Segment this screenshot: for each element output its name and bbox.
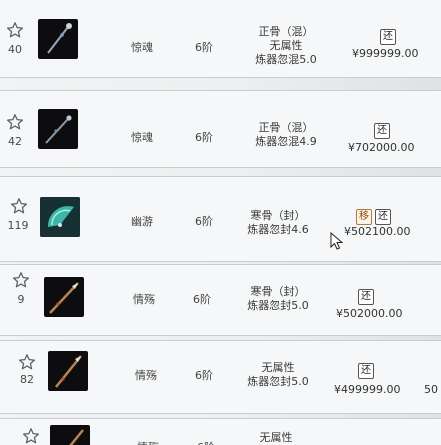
staff-icon[interactable]	[38, 19, 78, 59]
item-attributes: 正骨（混） 炼器忽混4.9	[236, 121, 336, 149]
item-attributes: 无属性	[226, 431, 326, 445]
item-level: 6阶	[195, 369, 213, 382]
mouse-pointer-icon	[330, 232, 344, 250]
attribute-line: 无属性	[259, 431, 293, 444]
item-attributes: 寒骨（封） 炼器忽封5.0	[228, 285, 328, 313]
badge-group: 还	[358, 363, 374, 379]
favorite-count: 42	[8, 135, 22, 148]
star-icon[interactable]	[6, 113, 24, 131]
attribute-line: 寒骨（封）	[250, 209, 306, 222]
list-item[interactable]: 9 情殇 6阶 寒骨（封） 炼器忽封5.0 还 ¥502000.00	[0, 264, 441, 336]
item-market-list: 40 惊魂 6阶 正骨（混） 无属性 炼器忽混5.0 还 ¥999999.00 …	[0, 0, 441, 445]
spear-icon[interactable]	[48, 351, 88, 391]
list-item[interactable]: 42 惊魂 6阶 正骨（混） 炼器忽混4.9 还 ¥702000.00	[0, 90, 441, 168]
item-name: 情殇	[118, 439, 178, 445]
item-name: 惊魂	[131, 131, 153, 144]
star-icon[interactable]	[12, 271, 30, 289]
item-level: 6阶	[195, 131, 213, 144]
star-icon[interactable]	[22, 427, 40, 445]
star-icon[interactable]	[10, 197, 28, 215]
item-level: 6阶	[188, 439, 224, 445]
list-item[interactable]: 情殇 6阶 无属性	[0, 418, 441, 445]
favorite-count: 9	[17, 293, 25, 306]
attribute-line: 正骨（混）	[258, 25, 314, 38]
spear-icon[interactable]	[44, 277, 84, 317]
list-item[interactable]: 82 情殇 6阶 无属性 炼器忽封5.0 还 ¥499999.00 50	[0, 340, 441, 414]
favorite-count: 119	[7, 219, 29, 232]
attribute-line: 炼器忽混5.0	[255, 53, 317, 66]
attribute-line: 正骨（混）	[258, 121, 314, 134]
item-name: 情殇	[133, 293, 155, 306]
attribute-line: 寒骨（封）	[250, 285, 306, 298]
staff-icon[interactable]	[38, 109, 78, 149]
fan-icon[interactable]	[40, 197, 80, 237]
spear-icon[interactable]	[50, 425, 90, 445]
return-badge: 还	[374, 123, 390, 139]
transfer-badge: 移	[356, 209, 372, 225]
attribute-line: 炼器忽封5.0	[247, 299, 309, 312]
item-price: ¥999999.00	[352, 47, 419, 60]
badge-group: 还	[358, 289, 374, 305]
return-badge: 还	[375, 209, 391, 225]
return-badge: 还	[358, 289, 374, 305]
attribute-line: 无属性	[261, 361, 295, 374]
item-price: ¥499999.00	[334, 383, 401, 396]
attribute-line: 炼器忽混4.9	[255, 135, 317, 148]
item-price: ¥502000.00	[336, 307, 403, 320]
item-name: 惊魂	[131, 41, 153, 54]
star-icon[interactable]	[18, 353, 36, 371]
return-badge: 还	[358, 363, 374, 379]
item-name: 幽游	[131, 215, 153, 228]
badge-group: 还	[380, 29, 396, 45]
item-level: 6阶	[195, 41, 213, 54]
item-level: 6阶	[193, 293, 211, 306]
badge-group: 还	[374, 123, 390, 139]
attribute-line: 无属性	[269, 39, 303, 52]
next-column-value: 50	[424, 383, 438, 396]
item-attributes: 寒骨（封） 炼器忽封4.6	[228, 209, 328, 237]
list-item[interactable]: 40 惊魂 6阶 正骨（混） 无属性 炼器忽混5.0 还 ¥999999.00	[0, 0, 441, 78]
item-price: ¥502100.00	[344, 225, 411, 238]
attribute-line: 炼器忽封4.6	[247, 223, 309, 236]
item-name: 情殇	[135, 369, 157, 382]
favorite-count: 40	[8, 43, 22, 56]
attribute-line: 炼器忽封5.0	[247, 375, 309, 388]
item-level: 6阶	[195, 215, 213, 228]
star-icon[interactable]	[6, 21, 24, 39]
favorite-count: 82	[20, 373, 34, 386]
item-attributes: 无属性 炼器忽封5.0	[228, 361, 328, 389]
return-badge: 还	[380, 29, 396, 45]
item-attributes: 正骨（混） 无属性 炼器忽混5.0	[236, 25, 336, 67]
list-item[interactable]: 119 幽游 6阶 寒骨（封） 炼器忽封4.6 移 还 ¥502100.00	[0, 176, 441, 262]
badge-group: 移 还	[356, 209, 391, 225]
item-price: ¥702000.00	[348, 141, 415, 154]
